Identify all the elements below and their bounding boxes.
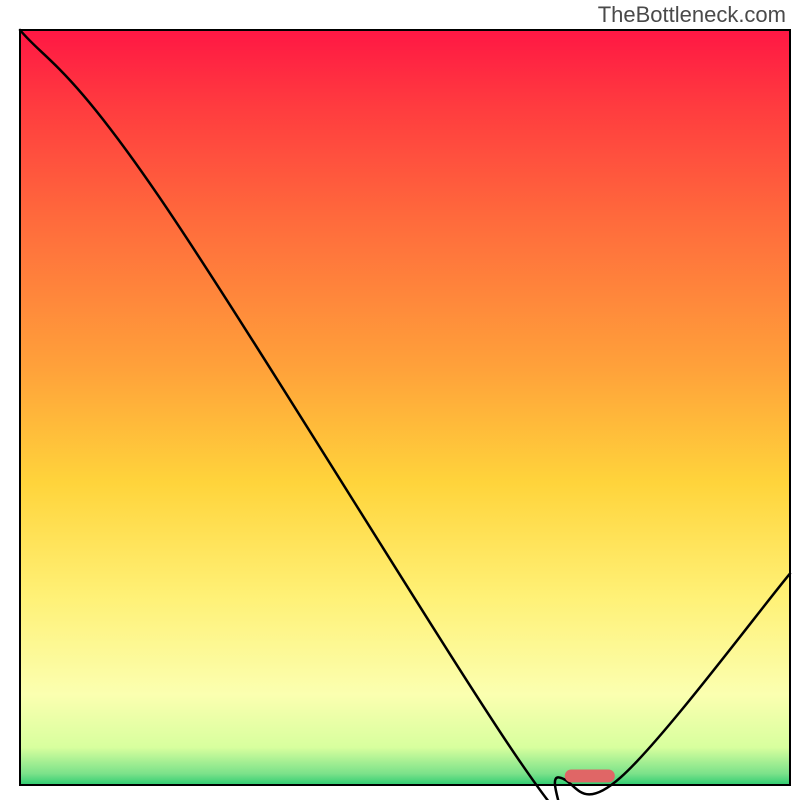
gradient-background (20, 30, 790, 785)
watermark-text: TheBottleneck.com (598, 2, 786, 28)
bottleneck-chart (0, 0, 800, 800)
chart-container: TheBottleneck.com (0, 0, 800, 800)
optimal-marker (565, 770, 615, 783)
